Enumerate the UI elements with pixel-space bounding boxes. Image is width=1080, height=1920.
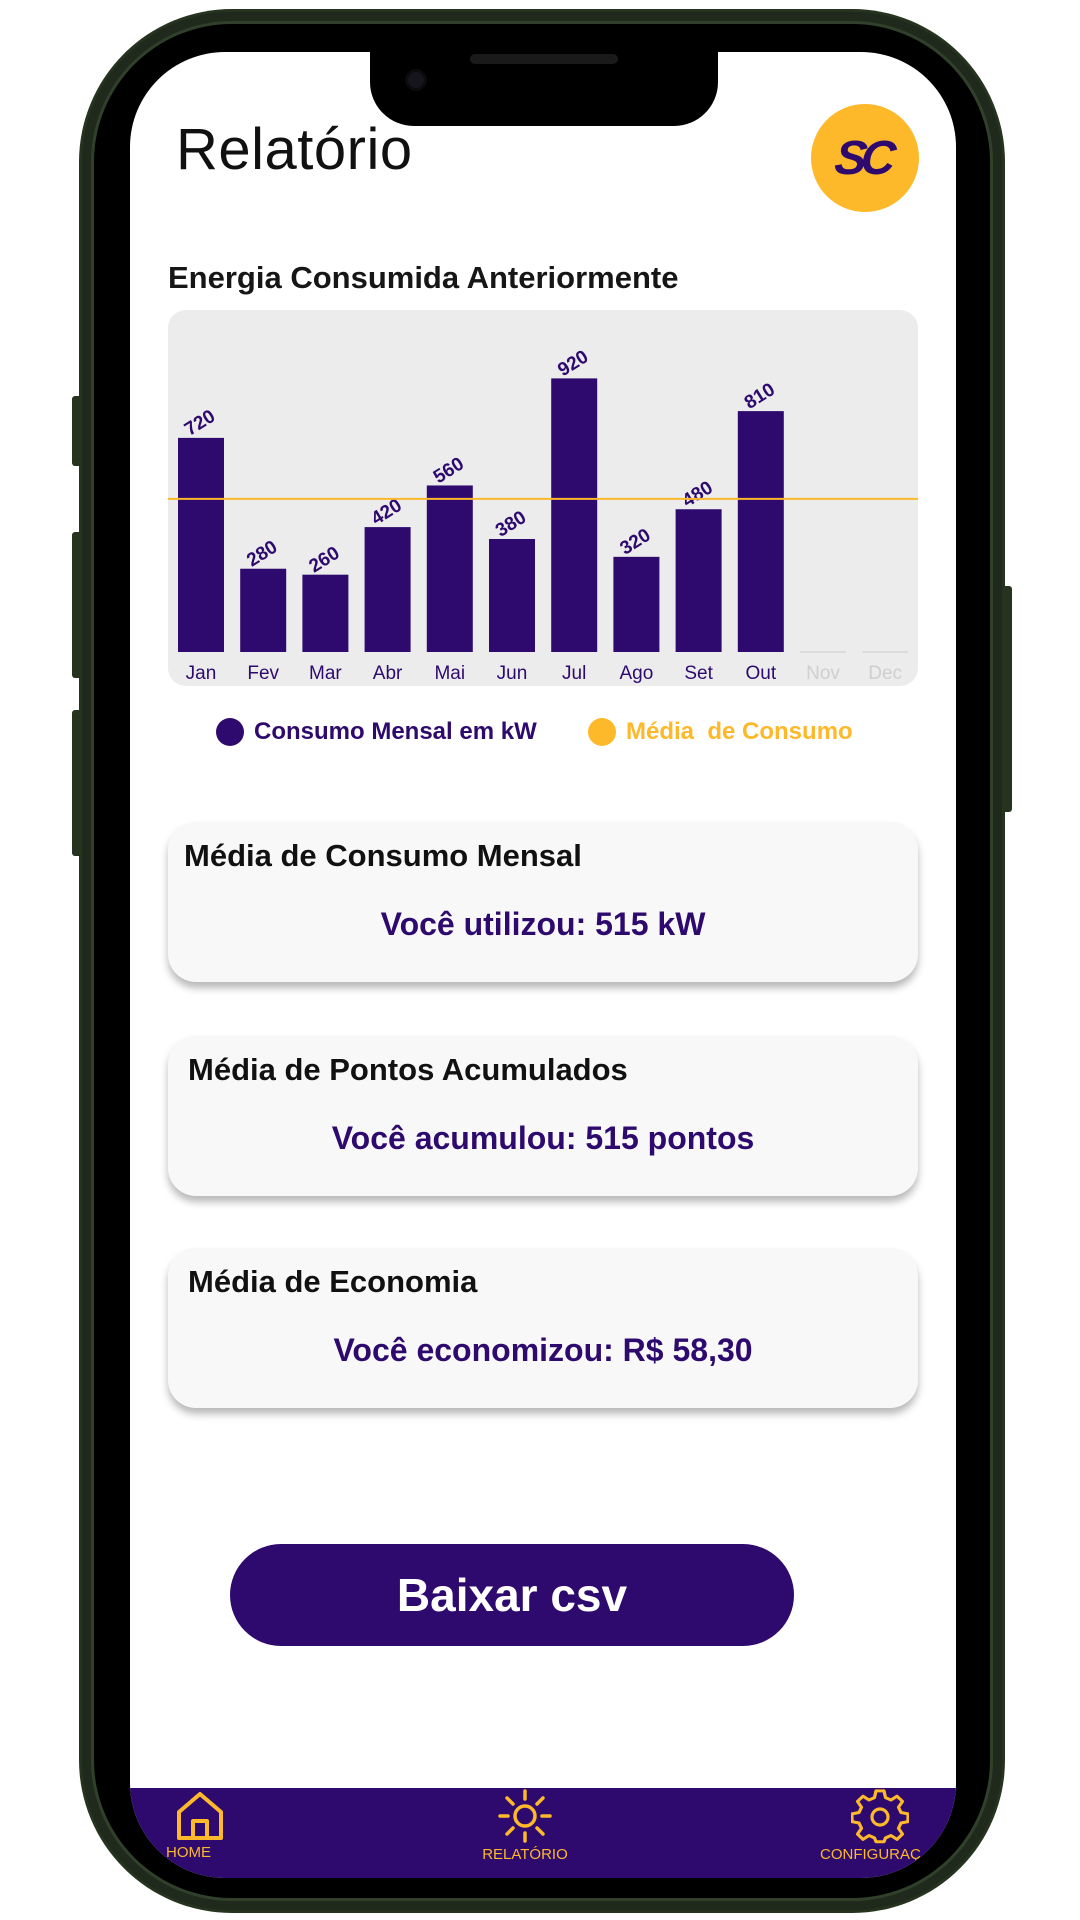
tick-label-abr: Abr	[373, 663, 403, 684]
card-value: Você utilizou: 515 kW	[380, 906, 706, 942]
notch-speaker	[470, 54, 618, 64]
legend-media-label: Média de Consumo	[626, 718, 853, 745]
chart-bar-jun	[489, 538, 535, 652]
data-label-set: 480	[679, 477, 717, 512]
bar-chart-svg: 720 Jan 280 Fev 260 Mar 420 Abr 560 Mai 380 Jun 920 J…	[168, 346, 918, 684]
nav-label-home: HOME	[166, 1844, 211, 1861]
card-title: Média de Pontos Acumulados	[188, 1052, 628, 1087]
chart-bar-abr	[364, 527, 411, 652]
card-title: Média de Consumo Mensal	[184, 838, 582, 873]
tick-label-mar: Mar	[309, 663, 342, 684]
chart-bar-set	[675, 509, 722, 652]
avatar-initials: SC	[831, 131, 893, 185]
front-camera	[408, 72, 424, 88]
legend-consumo-dot	[216, 718, 244, 746]
chart-bar-fev	[240, 568, 287, 652]
card-value: Você acumulou: 515 pontos	[331, 1120, 755, 1156]
data-label-abr: 420	[368, 495, 406, 530]
nav-item-configuracoes[interactable]: CONFIGURAÇ	[820, 1788, 940, 1863]
data-label-ago: 320	[616, 525, 654, 560]
nav-label-configuracoes: CONFIGURAÇ	[820, 1846, 921, 1863]
card-title: Média de Economia	[188, 1264, 478, 1299]
nav-label-relatorio: RELATÓRIO	[482, 1846, 568, 1863]
phone-volume-down-button	[72, 710, 82, 856]
legend-media-dot	[588, 718, 616, 746]
tick-label-mai: Mai	[434, 663, 465, 684]
chart-bar-mar	[302, 574, 349, 652]
tick-label-dec: Dec	[868, 663, 902, 684]
chart-title: Energia Consumida Anteriormente	[168, 260, 679, 295]
data-label-jun: 380	[492, 507, 530, 542]
phone-side-button	[72, 396, 82, 466]
app-screen: Relatório SC Energia Consumida Anteriorm…	[130, 52, 956, 1878]
data-label-jan: 720	[181, 406, 219, 441]
avatar[interactable]: SC	[811, 104, 919, 212]
chart-bar-out	[737, 411, 784, 652]
chart-bar-mai	[426, 485, 473, 652]
data-label-mai: 560	[430, 453, 468, 488]
tick-label-out: Out	[745, 663, 776, 684]
chart-bar-jan	[178, 437, 224, 652]
card-consumo-mensal: Média de Consumo Mensal Você utilizou: 5…	[168, 822, 918, 982]
legend-consumo: Consumo Mensal em kW	[216, 718, 537, 746]
data-label-jul: 920	[554, 346, 592, 381]
legend-consumo-label: Consumo Mensal em kW	[254, 718, 537, 745]
bottom-nav: HOME RELATÓRIO CONFIGURAÇ	[130, 1788, 956, 1878]
card-value: Você economizou: R$ 58,30	[333, 1332, 753, 1368]
home-icon	[177, 1792, 223, 1840]
chart-bar-ago	[613, 556, 660, 652]
data-label-fev: 280	[243, 537, 281, 572]
tick-label-fev: Fev	[247, 663, 279, 684]
sun-icon	[498, 1789, 552, 1843]
tick-label-jun: Jun	[497, 663, 528, 684]
consumption-chart: 720 Jan 280 Fev 260 Mar 420 Abr 560 Mai 380 Jun 920 J…	[168, 310, 918, 686]
download-csv-button[interactable]: Baixar csv	[230, 1544, 794, 1646]
tick-label-jul: Jul	[562, 663, 586, 684]
nav-item-home[interactable]: HOME	[166, 1788, 230, 1861]
tick-label-nov: Nov	[806, 663, 840, 684]
tick-label-jan: Jan	[186, 663, 217, 684]
phone-volume-up-button	[72, 532, 82, 678]
nav-item-relatorio[interactable]: RELATÓRIO	[480, 1788, 570, 1863]
phone-power-button	[1002, 586, 1012, 812]
tick-label-set: Set	[684, 663, 713, 684]
tick-label-ago: Ago	[619, 663, 653, 684]
chart-bar-jul	[551, 378, 598, 652]
card-economia: Média de Economia Você economizou: R$ 58…	[168, 1248, 918, 1408]
legend-media: Média de Consumo	[588, 718, 853, 746]
gear-icon	[851, 1789, 909, 1844]
card-pontos-acumulados: Média de Pontos Acumulados Você acumulou…	[168, 1036, 918, 1196]
data-label-out: 810	[741, 379, 779, 414]
data-label-mar: 260	[305, 543, 343, 578]
page-title: Relatório	[176, 117, 413, 182]
phone-notch	[370, 52, 718, 126]
